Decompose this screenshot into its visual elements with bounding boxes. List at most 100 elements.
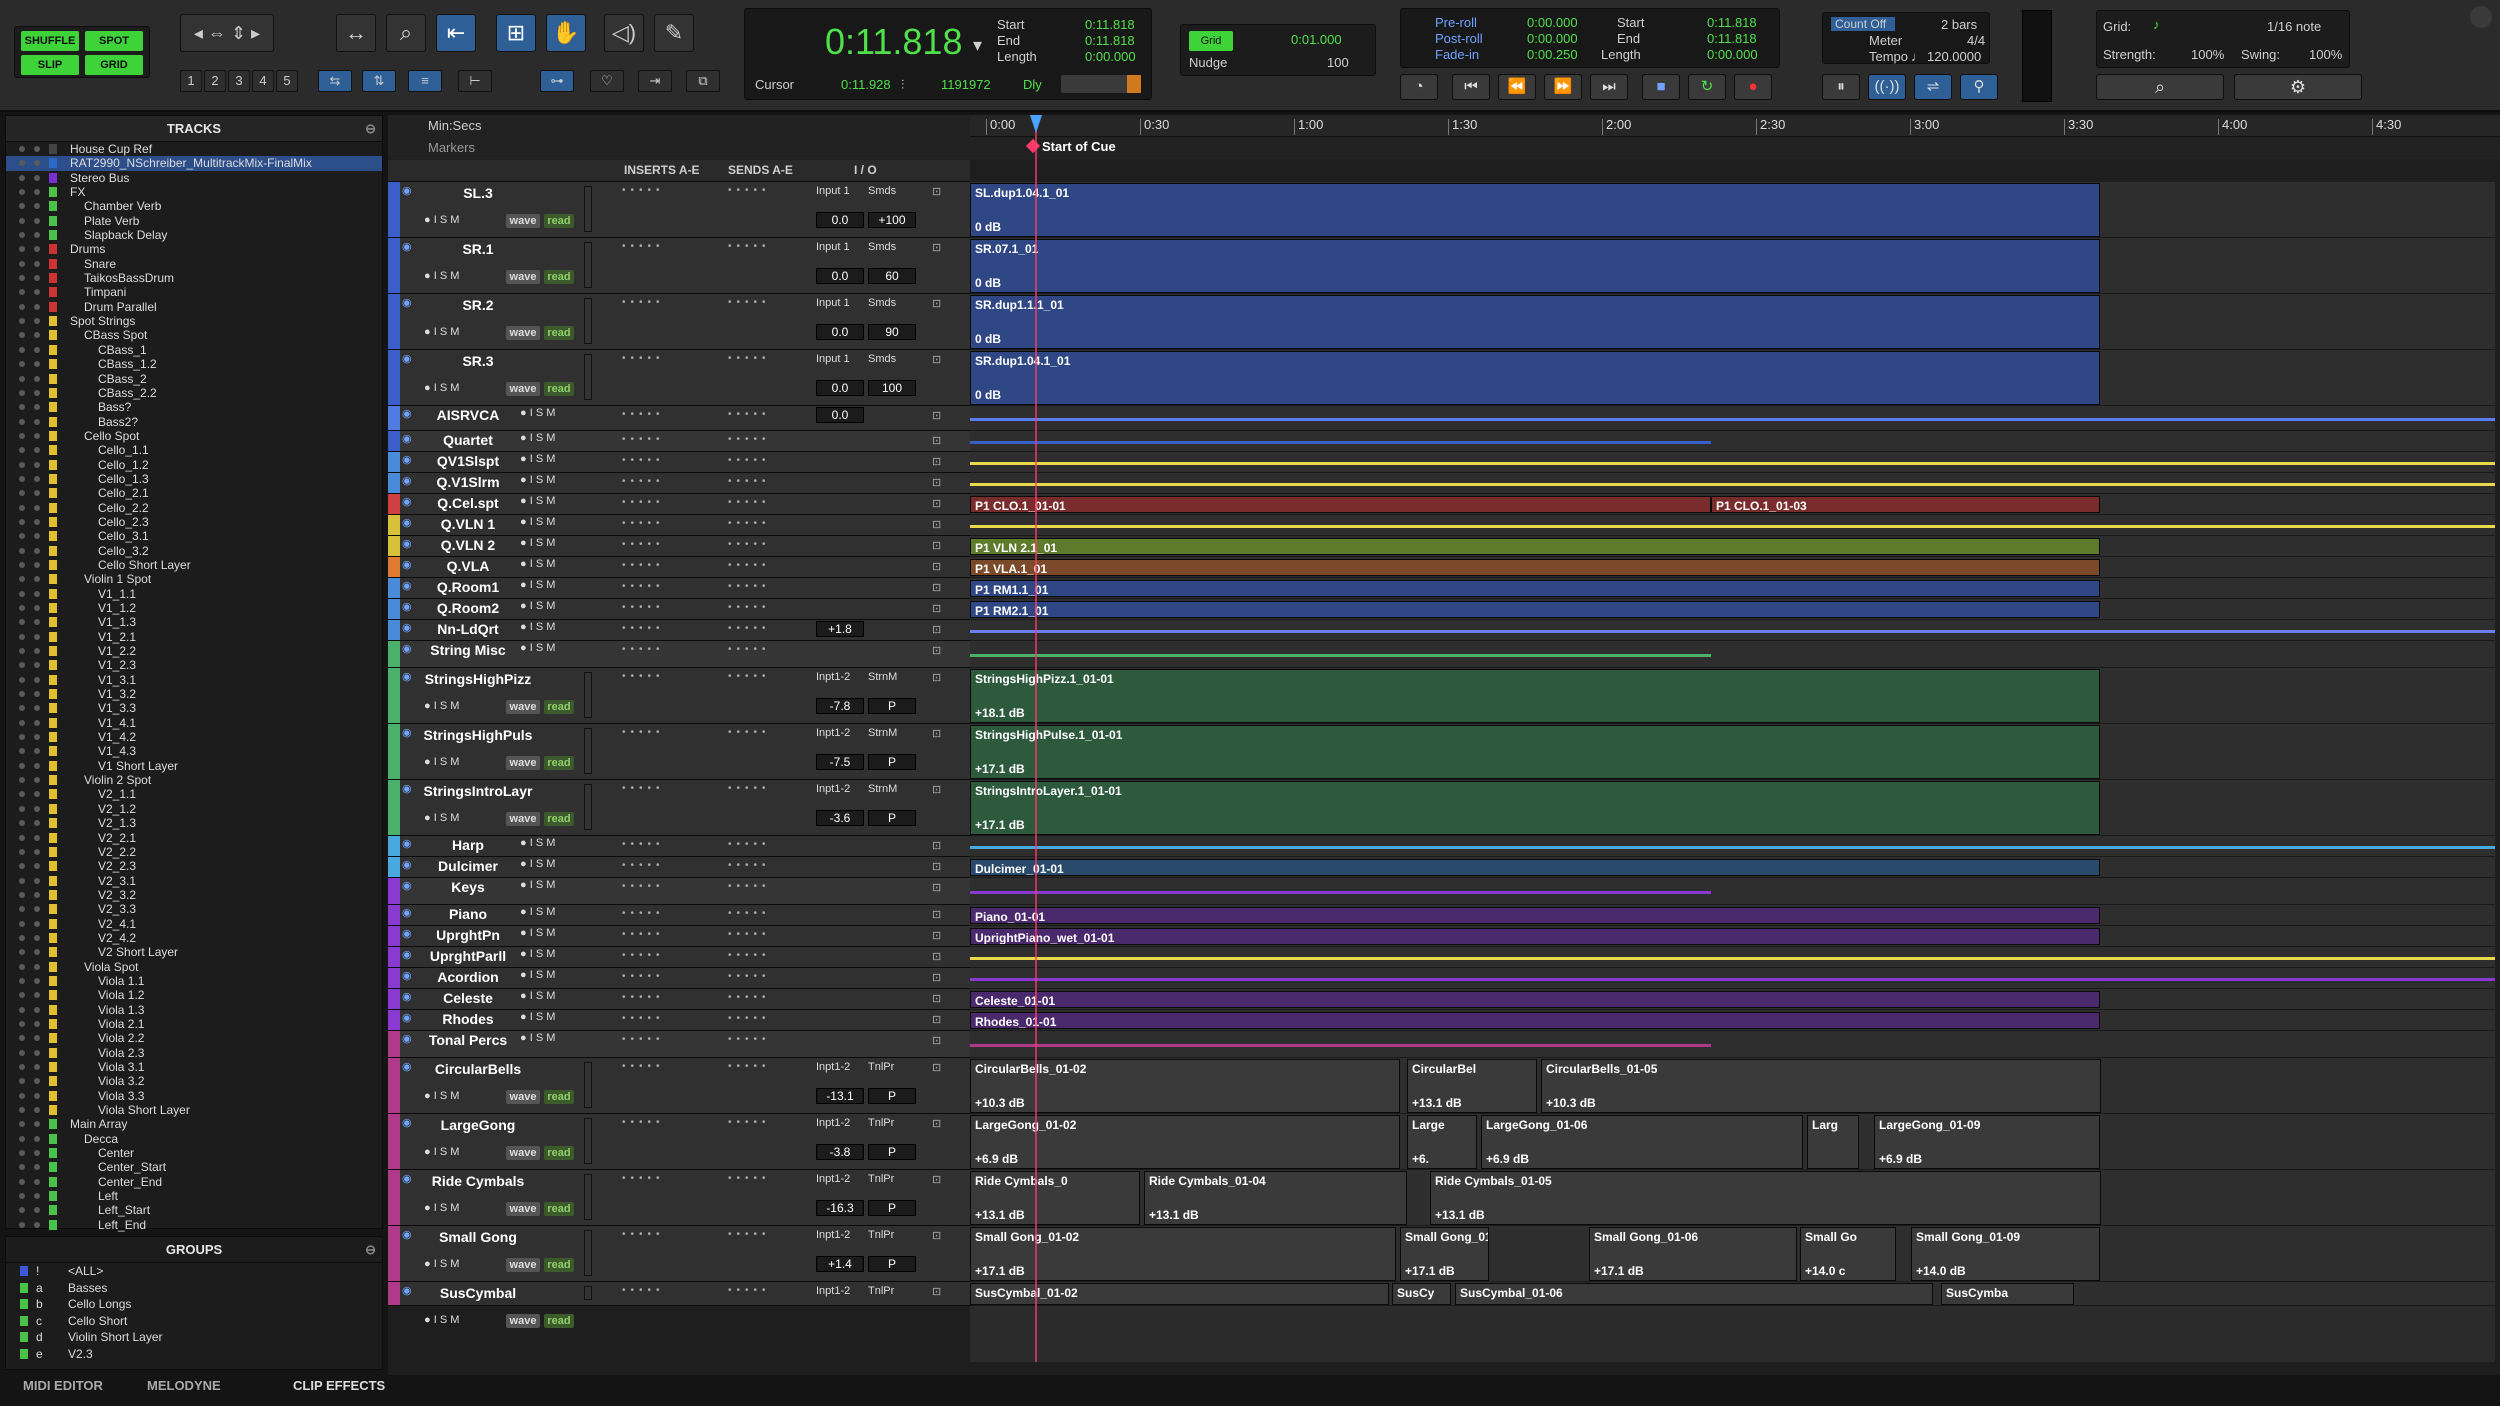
group-item[interactable]: d Violin Short Layer	[6, 1329, 382, 1346]
track-header[interactable]: ◉ Rhodes ● I S M ••••• ••••• ⊡	[388, 1010, 970, 1031]
insert-slots[interactable]: •••••	[622, 929, 665, 940]
pan-value[interactable]: P	[868, 1088, 916, 1104]
timeline-area[interactable]: SL.dup1.04.1_01 0 dB SR.07.1_01 0 dB SR.dup1…	[970, 182, 2495, 1362]
audio-clip[interactable]: Ride Cymbals_01-04 +13.1 dB	[1144, 1171, 1407, 1225]
send-slots[interactable]: •••••	[728, 476, 771, 487]
track-collapse-icon[interactable]: ◉	[402, 516, 412, 529]
zoom-controls[interactable]: ◂ ⇔ ⇕ ▸	[180, 14, 274, 52]
tab-clip-effects[interactable]: CLIP EFFECTS	[293, 1374, 385, 1398]
track-record-icon[interactable]: ⊡	[932, 1061, 941, 1074]
track-lane[interactable]: SusCymbal_01-02 SusCy SusCymbal_01-06 SusCy…	[970, 1282, 2495, 1306]
show-hide-dot[interactable]	[19, 691, 25, 698]
volume-value[interactable]: -13.1	[816, 1088, 864, 1104]
volume-value[interactable]: +1.4	[816, 1256, 864, 1272]
slip-mode-button[interactable]: SLIP	[21, 55, 79, 75]
rec-start-value[interactable]: 0:11.818	[1707, 15, 1757, 30]
insert-slots[interactable]: •••••	[622, 1117, 665, 1128]
track-header[interactable]: ◉ QV1Slspt ● I S M ••••• ••••• ⊡	[388, 452, 970, 473]
show-hide-dot[interactable]	[19, 1121, 25, 1128]
track-list-item[interactable]: Viola 1.1	[6, 974, 382, 988]
audio-clip[interactable]: Rhodes_01-01	[970, 1012, 2100, 1029]
track-header[interactable]: ◉ Q.Room1 ● I S M ••••• ••••• ⊡	[388, 578, 970, 599]
audio-clip[interactable]: Large +6.	[1407, 1115, 1477, 1169]
volume-value[interactable]: -7.5	[816, 754, 864, 770]
track-header[interactable]: ◉ Small Gong ● I S M wave read ••••• ••••• Inpt…	[388, 1226, 970, 1282]
grid-label[interactable]: Grid	[1189, 31, 1233, 51]
track-name[interactable]: Small Gong	[418, 1229, 538, 1245]
show-hide-dot[interactable]	[19, 777, 25, 784]
insert-slots[interactable]: •••••	[622, 839, 665, 850]
track-header[interactable]: ◉ Q.Cel.spt ● I S M ••••• ••••• ⊡	[388, 494, 970, 515]
view-selector[interactable]: wave	[506, 214, 540, 228]
auto-shift-icon[interactable]: ⇥	[638, 70, 672, 92]
clip-gain[interactable]: 0 dB	[975, 332, 1001, 346]
show-hide-dot[interactable]	[19, 963, 25, 970]
track-record-icon[interactable]: ⊡	[932, 1173, 941, 1186]
view-selector[interactable]: wave	[506, 1258, 540, 1272]
track-record-icon[interactable]: ⊡	[932, 881, 941, 894]
track-list-item[interactable]: Viola 2.3	[6, 1046, 382, 1060]
insert-slots[interactable]: •••••	[622, 476, 665, 487]
play-icon[interactable]: ↻	[1688, 74, 1726, 100]
view-selector[interactable]: wave	[506, 382, 540, 396]
view-selector[interactable]: wave	[506, 756, 540, 770]
show-hide-dot[interactable]	[19, 1064, 25, 1070]
audio-clip[interactable]: SR.dup1.04.1_01 0 dB	[970, 351, 2100, 405]
trim-tool-icon[interactable]: ⇤	[436, 14, 476, 52]
track-name[interactable]: Nn-LdQrt	[418, 621, 518, 637]
track-list-item[interactable]: Main Array	[6, 1117, 382, 1131]
send-slots[interactable]: •••••	[728, 1034, 771, 1045]
track-collapse-icon[interactable]: ◉	[402, 782, 412, 795]
track-record-icon[interactable]: ⊡	[932, 971, 941, 984]
track-header[interactable]: ◉ LargeGong ● I S M wave read ••••• ••••• Inpt1…	[388, 1114, 970, 1170]
track-lane[interactable]: SR.dup1.1.1_01 0 dB	[970, 294, 2495, 350]
track-record-icon[interactable]: ⊡	[932, 992, 941, 1005]
track-name[interactable]: Celeste	[418, 990, 518, 1006]
track-lane[interactable]: CircularBells_01-02 +10.3 dB CircularBel +1…	[970, 1058, 2495, 1114]
show-hide-dot[interactable]	[19, 1207, 25, 1214]
show-hide-dot[interactable]	[19, 891, 25, 898]
insert-slots[interactable]: •••••	[622, 434, 665, 445]
zoom-preset-5[interactable]: 5	[276, 70, 298, 92]
track-header[interactable]: ◉ Quartet ● I S M ••••• ••••• ⊡	[388, 431, 970, 452]
view-selector[interactable]: wave	[506, 326, 540, 340]
online-icon[interactable]: ◔	[1400, 74, 1438, 100]
track-name[interactable]: Keys	[418, 879, 518, 895]
clip-gain[interactable]: +13.1 dB	[1149, 1208, 1199, 1222]
output-selector[interactable]: Smds	[868, 297, 896, 309]
insert-slots[interactable]: •••••	[622, 992, 665, 1003]
show-hide-dot[interactable]	[19, 748, 25, 755]
track-lane[interactable]	[970, 968, 2495, 989]
pan-value[interactable]: P	[868, 810, 916, 826]
clip-gain[interactable]: +17.1 dB	[975, 1264, 1025, 1278]
track-header[interactable]: ◉ Tonal Percs ● I S M ••••• ••••• ⊡	[388, 1031, 970, 1058]
send-slots[interactable]: •••••	[728, 908, 771, 919]
track-list-item[interactable]: RAT2990_NSchreiber_MultitrackMix-FinalMi…	[6, 156, 382, 171]
track-name[interactable]: Q.VLA	[418, 558, 518, 574]
track-record-icon[interactable]: ⊡	[932, 950, 941, 963]
audio-clip[interactable]: Piano_01-01	[970, 907, 2100, 924]
input-selector[interactable]: Input 1	[816, 353, 850, 365]
track-lane[interactable]	[970, 620, 2495, 641]
automation-line[interactable]	[970, 654, 1711, 657]
automation-line[interactable]	[970, 891, 1711, 894]
track-list-item[interactable]: Viola 3.3	[6, 1089, 382, 1103]
audio-clip[interactable]: StringsHighPulse.1_01-01 +17.1 dB	[970, 725, 2100, 779]
track-record-icon[interactable]: ⊡	[932, 727, 941, 740]
track-record-icon[interactable]: ⊡	[932, 1034, 941, 1047]
quantize-search-icon[interactable]: ⌕	[2096, 74, 2224, 100]
insert-slots[interactable]: •••••	[622, 497, 665, 508]
audio-clip[interactable]: P1 CLO.1_01-03	[1711, 496, 2100, 513]
track-record-icon[interactable]: ⊡	[932, 241, 941, 254]
show-hide-dot[interactable]	[19, 1078, 25, 1085]
show-hide-dot[interactable]	[19, 977, 25, 984]
show-hide-dot[interactable]	[19, 1006, 25, 1013]
show-hide-dot[interactable]	[19, 576, 25, 583]
show-hide-dot[interactable]	[19, 877, 25, 884]
track-collapse-icon[interactable]: ◉	[402, 670, 412, 683]
show-hide-dot[interactable]	[19, 475, 25, 482]
track-header[interactable]: ◉ Q.VLN 2 ● I S M ••••• ••••• ⊡	[388, 536, 970, 557]
track-name[interactable]: SL.3	[418, 185, 538, 201]
show-hide-dot[interactable]	[19, 1178, 25, 1185]
show-hide-dot[interactable]	[19, 289, 25, 296]
